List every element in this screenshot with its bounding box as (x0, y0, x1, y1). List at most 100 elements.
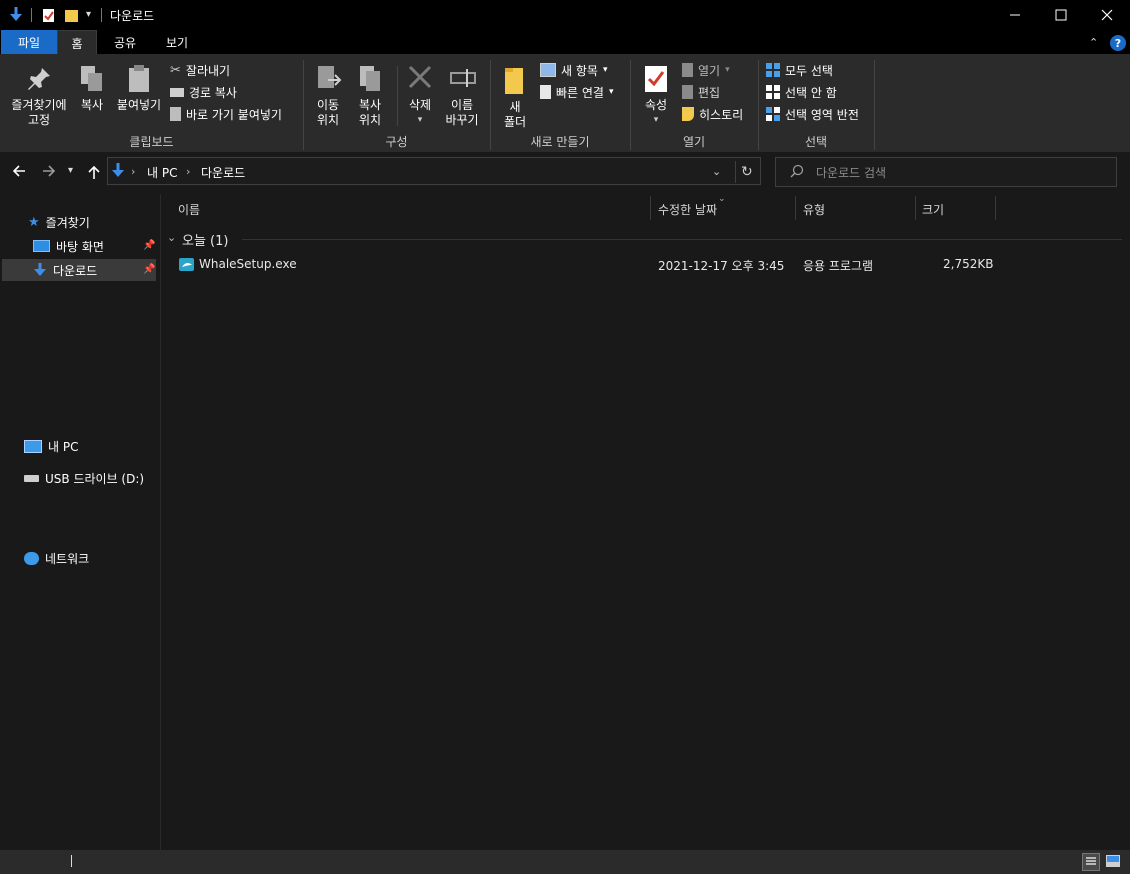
nav-quick-access-label: 즐겨찾기 (45, 215, 90, 230)
paste-shortcut-button[interactable]: 바로 가기 붙여넣기 (170, 104, 282, 124)
tab-view[interactable]: 보기 (157, 30, 197, 54)
download-arrow-icon (34, 263, 46, 276)
column-header-name[interactable]: 이름 (178, 198, 200, 220)
breadcrumb-this-pc[interactable]: 내 PC (147, 164, 177, 181)
breadcrumb-separator-icon: › (186, 165, 191, 178)
cut-button[interactable]: ✂ 잘라내기 (170, 60, 230, 80)
nav-item-downloads[interactable]: 다운로드 (33, 259, 97, 281)
network-icon (24, 551, 39, 565)
nav-item-this-pc[interactable]: 내 PC (24, 435, 78, 457)
move-to-label-line1: 이동 (316, 98, 340, 112)
customize-quick-access-icon[interactable]: ▾ (86, 9, 91, 20)
new-folder-quick-icon[interactable] (64, 7, 80, 26)
paste-button[interactable]: 붙여넣기 (114, 64, 164, 113)
nav-item-usb[interactable]: USB 드라이브 (D:) (24, 467, 144, 489)
easy-access-button[interactable]: 빠른 연결 ▾ (540, 82, 614, 102)
pin-to-quick-access-button[interactable]: 즐겨찾기에 고정 (6, 64, 72, 128)
close-icon (1101, 9, 1113, 21)
copy-to-label-line2: 위치 (358, 113, 382, 127)
navigation-pane (0, 194, 158, 850)
rename-label-line1: 이름 (450, 98, 474, 112)
details-view-button[interactable] (1082, 853, 1100, 871)
back-arrow-icon[interactable] (12, 164, 26, 181)
column-separator[interactable] (795, 196, 796, 220)
column-separator[interactable] (995, 196, 996, 220)
close-button[interactable] (1084, 0, 1130, 30)
copy-button[interactable]: 복사 (76, 64, 108, 113)
collapse-ribbon-icon[interactable]: ⌃ (1089, 36, 1098, 49)
minimize-button[interactable] (992, 0, 1038, 30)
nav-item-desktop[interactable]: 바탕 화면 (33, 235, 104, 257)
new-item-dropdown-icon: ▾ (602, 65, 608, 75)
open-label: 열기 (698, 63, 721, 78)
rename-icon (450, 69, 476, 87)
pin-icon[interactable]: 📌 (143, 264, 155, 275)
paste-shortcut-icon (170, 107, 181, 121)
tab-share[interactable]: 공유 (105, 30, 145, 54)
edit-icon (682, 85, 693, 99)
forward-arrow-icon[interactable] (42, 164, 56, 181)
downloads-folder-icon (111, 162, 125, 183)
nav-item-quick-access[interactable]: ★ 즐겨찾기 (28, 211, 90, 233)
maximize-button[interactable] (1038, 0, 1084, 30)
invert-selection-icon (766, 107, 780, 121)
recent-locations-icon[interactable]: ▾ (68, 165, 73, 176)
easy-access-dropdown-icon: ▾ (608, 87, 614, 97)
history-button[interactable]: 히스토리 (682, 104, 743, 124)
new-item-button[interactable]: 새 항목 ▾ (540, 60, 607, 80)
paste-label: 붙여넣기 (116, 98, 162, 112)
download-arrow-icon[interactable] (8, 6, 24, 27)
edit-button[interactable]: 편집 (682, 82, 720, 102)
nav-item-network[interactable]: 네트워크 (24, 547, 89, 569)
toolbar-divider (31, 8, 32, 22)
copy-to-button[interactable]: 복사 위치 (350, 64, 390, 128)
select-all-button[interactable]: 모두 선택 (766, 60, 833, 80)
properties-button[interactable]: 속성 ▾ (638, 64, 674, 128)
easy-access-icon (540, 85, 551, 99)
properties-quick-icon[interactable] (42, 7, 56, 26)
file-date-modified: 2021-12-17 오후 3:45 (658, 259, 785, 273)
group-header-today[interactable]: 오늘 (1) (182, 230, 228, 249)
delete-button[interactable]: 삭제 ▾ (402, 64, 438, 128)
rename-label-line2: 바꾸기 (445, 113, 479, 127)
history-icon (682, 107, 694, 121)
column-header-date-modified[interactable]: 수정한 날짜 (658, 198, 717, 220)
group-collapse-icon[interactable]: ⌄ (167, 231, 176, 244)
new-folder-icon (505, 68, 523, 94)
move-to-button[interactable]: 이동 위치 (308, 64, 348, 128)
column-separator[interactable] (915, 196, 916, 220)
tab-home[interactable]: 홈 (57, 30, 97, 55)
open-button[interactable]: 열기 ▾ (682, 60, 730, 80)
new-folder-button[interactable]: 새 폴더 (498, 64, 532, 130)
search-placeholder: 다운로드 검색 (816, 166, 887, 180)
invert-selection-button[interactable]: 선택 영역 반전 (766, 104, 859, 124)
group-label-clipboard: 클립보드 (129, 135, 174, 149)
paste-icon (129, 65, 149, 92)
copy-path-button[interactable]: 경로 복사 (170, 82, 237, 102)
select-none-button[interactable]: 선택 안 함 (766, 82, 837, 102)
help-icon[interactable]: ? (1110, 35, 1126, 51)
open-icon (682, 63, 693, 77)
large-icons-view-button[interactable] (1106, 855, 1120, 870)
address-dropdown-icon[interactable]: ⌄ (712, 165, 721, 178)
refresh-icon[interactable]: ↻ (741, 164, 753, 180)
column-header-size[interactable]: 크기 (922, 198, 944, 220)
cut-label: 잘라내기 (185, 63, 231, 78)
tab-file[interactable]: 파일 (1, 30, 57, 54)
column-header-type[interactable]: 유형 (803, 198, 825, 220)
easy-access-label: 빠른 연결 (556, 85, 604, 100)
select-none-icon (766, 85, 780, 99)
up-arrow-icon[interactable] (87, 164, 101, 183)
details-view-icon (1086, 857, 1096, 865)
rename-button[interactable]: 이름 바꾸기 (442, 64, 482, 128)
sort-indicator-icon: ⌄ (718, 194, 726, 204)
group-label-organize: 구성 (385, 135, 408, 149)
pin-icon[interactable]: 📌 (143, 240, 155, 251)
column-separator[interactable] (650, 196, 651, 220)
copy-icon (81, 66, 102, 91)
delete-dropdown-icon[interactable]: ▾ (402, 113, 438, 128)
delete-x-icon (408, 65, 432, 89)
breadcrumb-downloads[interactable]: 다운로드 (201, 164, 245, 181)
desktop-icon (33, 240, 50, 252)
properties-dropdown-icon[interactable]: ▾ (638, 113, 674, 128)
